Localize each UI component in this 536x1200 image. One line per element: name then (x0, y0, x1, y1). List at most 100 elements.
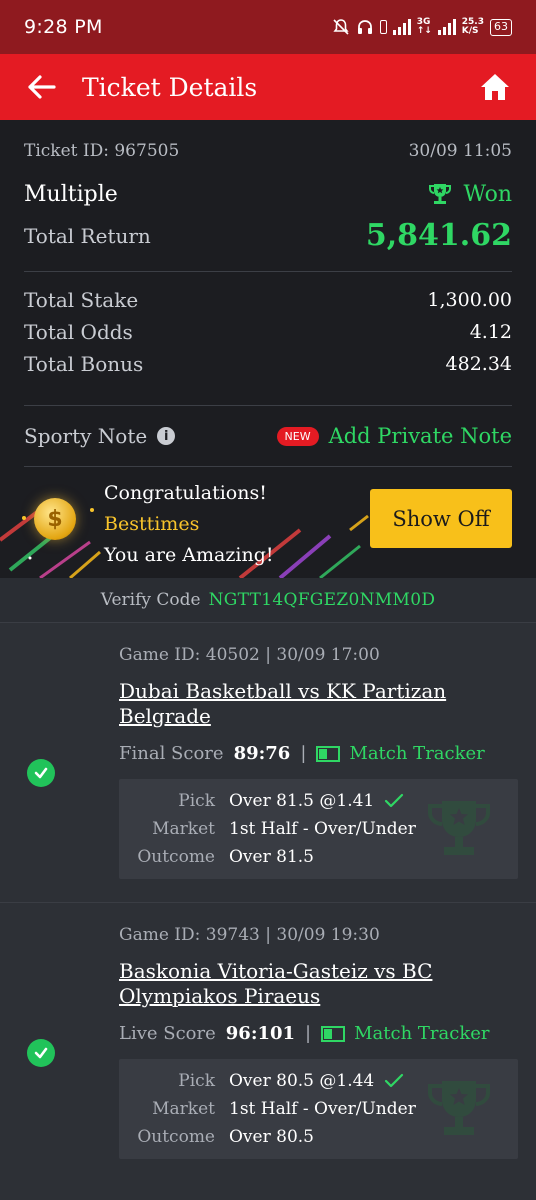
match-tracker-label: Match Tracker (349, 743, 485, 764)
add-private-note-button[interactable]: NEW Add Private Note (276, 424, 512, 448)
score-label: Live Score (119, 1023, 216, 1044)
outcome-row: Outcome Over 80.5 (119, 1127, 518, 1147)
pick-details: Pick Over 80.5 @1.44 Market 1st Half - O… (119, 1059, 518, 1159)
ticket-id-row: Ticket ID: 967505 30/09 11:05 (24, 141, 512, 161)
outcome-value: Over 81.5 (229, 847, 314, 867)
total-odds-row: Total Odds 4.12 (24, 320, 512, 344)
game-meta: Game ID: 40502 | 30/09 17:00 (119, 645, 380, 665)
congrats-line-3: You are Amazing! (104, 544, 274, 566)
match-tracker-label: Match Tracker (354, 1023, 490, 1044)
pick-text: Over 81.5 @1.41 (229, 791, 375, 811)
stat-value: 4.12 (469, 321, 512, 343)
status-label: Won (463, 181, 512, 207)
total-return-amount: 5,841.62 (365, 218, 512, 253)
match-tracker-link[interactable]: Match Tracker (321, 1023, 490, 1044)
headphones-icon (357, 20, 372, 34)
battery-saver-icon (379, 20, 387, 34)
game-card: Game ID: 39743 | 30/09 19:30 Baskonia Vi… (0, 902, 536, 1200)
congrats-text: Congratulations! Besttimes You are Amazi… (104, 478, 274, 571)
checkmark-icon (385, 1073, 404, 1088)
ticket-type-row: Multiple Won (24, 181, 512, 207)
score-label: Final Score (119, 743, 224, 764)
mute-bell-icon (333, 19, 349, 35)
pick-label: Pick (178, 1071, 215, 1091)
ticket-datetime: 30/09 11:05 (408, 141, 512, 161)
congrats-line-1: Congratulations! (104, 482, 267, 504)
trophy-icon (429, 184, 452, 204)
total-bonus-row: Total Bonus 482.34 (24, 352, 512, 376)
stat-value: 1,300.00 (427, 289, 512, 311)
ticket-status: Won (427, 181, 512, 207)
tracker-icon (316, 745, 341, 762)
ticket-id: Ticket ID: 967505 (24, 141, 180, 161)
outcome-label: Outcome (137, 847, 215, 867)
pick-value: Over 80.5 @1.44 (229, 1071, 404, 1091)
divider (24, 405, 512, 406)
network-type: 3G ↑↓ (416, 17, 432, 36)
separator: | (305, 1023, 312, 1044)
battery-icon: 63 (490, 18, 512, 36)
divider (24, 466, 512, 467)
ticket-type: Multiple (24, 181, 118, 207)
game-card: Game ID: 40502 | 30/09 17:00 Dubai Baske… (0, 622, 536, 902)
pick-details: Pick Over 81.5 @1.41 Market 1st Half - O… (119, 779, 518, 879)
outcome-value: Over 80.5 (229, 1127, 314, 1147)
home-icon[interactable] (478, 70, 512, 104)
total-return-row: Total Return 5,841.62 (24, 218, 512, 253)
back-button[interactable] (24, 69, 60, 105)
pick-label: Pick (178, 791, 215, 811)
score-row: Final Score 89:76 | Match Tracker (119, 743, 485, 764)
pick-value: Over 81.5 @1.41 (229, 791, 404, 811)
checkmark-icon (385, 793, 404, 808)
verify-code-row: Verify Code NGTT14QFGEZ0NMM0D (0, 578, 536, 622)
sporty-note-row: Sporty Note i NEW Add Private Note (24, 424, 512, 448)
new-badge: NEW (276, 426, 319, 446)
score-value: 89:76 (233, 743, 291, 764)
ticket-summary: Ticket ID: 967505 30/09 11:05 Multiple W… (0, 120, 536, 578)
market-label: Market (152, 1099, 215, 1119)
page-title: Ticket Details (82, 72, 258, 102)
congrats-username: Besttimes (104, 513, 200, 535)
score-value: 96:101 (225, 1023, 296, 1044)
congrats-banner: $ Congratulations! Besttimes You are Ama… (0, 470, 536, 578)
app-bar: Ticket Details (0, 54, 536, 120)
coin-icon: $ (34, 498, 76, 540)
signal-icon (392, 19, 411, 35)
info-icon[interactable]: i (157, 427, 176, 445)
game-title[interactable]: Dubai Basketball vs KK Partizan Belgrade (119, 679, 499, 729)
stat-label: Total Odds (24, 320, 133, 344)
outcome-row: Outcome Over 81.5 (119, 847, 518, 867)
score-row: Live Score 96:101 | Match Tracker (119, 1023, 490, 1044)
add-private-note-label: Add Private Note (328, 424, 512, 448)
signal-icon-2 (437, 19, 456, 35)
check-circle-icon (27, 1039, 55, 1067)
sporty-note-text: Sporty Note (24, 424, 148, 448)
net-speed: 25.3 K/S (461, 17, 484, 36)
sporty-note-label: Sporty Note i (24, 424, 176, 448)
outcome-label: Outcome (137, 1127, 215, 1147)
total-return-label: Total Return (24, 223, 151, 248)
pick-row: Pick Over 81.5 @1.41 (119, 791, 518, 811)
game-meta: Game ID: 39743 | 30/09 19:30 (119, 925, 380, 945)
market-row: Market 1st Half - Over/Under (119, 819, 518, 839)
system-icons: 3G ↑↓ 25.3 K/S 63 (332, 18, 512, 36)
market-row: Market 1st Half - Over/Under (119, 1099, 518, 1119)
clock: 9:28 PM (24, 16, 103, 38)
market-value: 1st Half - Over/Under (229, 1099, 416, 1119)
stat-value: 482.34 (445, 353, 512, 375)
check-circle-icon (27, 759, 55, 787)
stat-label: Total Bonus (24, 352, 144, 376)
market-label: Market (152, 819, 215, 839)
tracker-icon (321, 1025, 346, 1042)
arrow-left-icon (28, 75, 56, 99)
show-off-button[interactable]: Show Off (370, 489, 512, 548)
pick-text: Over 80.5 @1.44 (229, 1071, 375, 1091)
market-value: 1st Half - Over/Under (229, 819, 416, 839)
verify-code-value[interactable]: NGTT14QFGEZ0NMM0D (209, 590, 436, 610)
match-tracker-link[interactable]: Match Tracker (316, 743, 485, 764)
game-title[interactable]: Baskonia Vitoria-Gasteiz vs BC Olympiako… (119, 959, 499, 1009)
verify-code-label: Verify Code (100, 590, 201, 610)
total-stake-row: Total Stake 1,300.00 (24, 288, 512, 312)
stat-label: Total Stake (24, 288, 139, 312)
status-bar: 9:28 PM 3G ↑↓ 25.3 K/S 63 (0, 0, 536, 54)
